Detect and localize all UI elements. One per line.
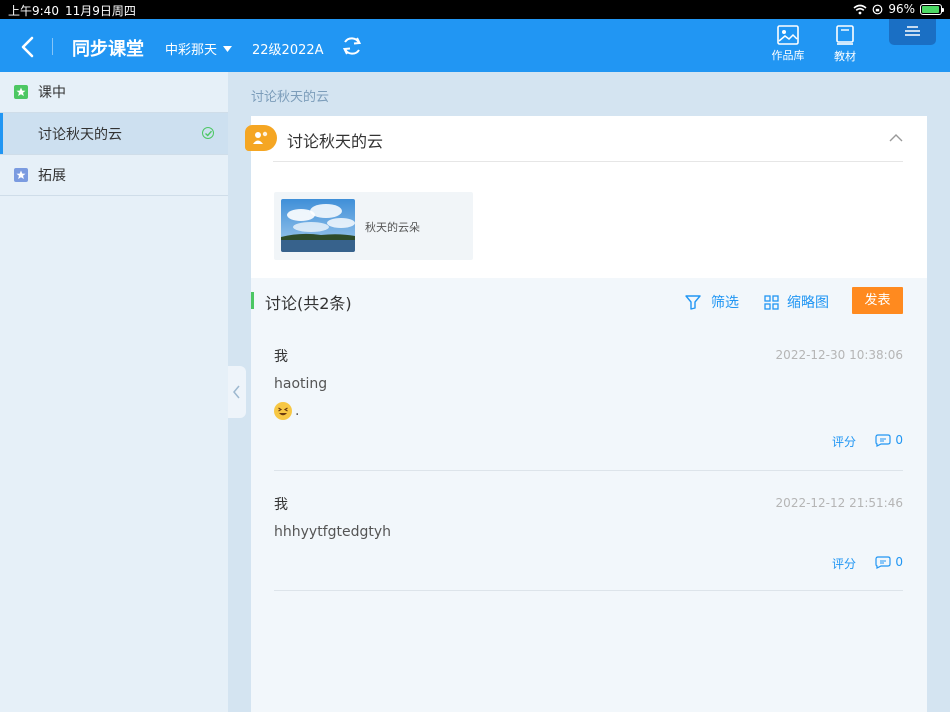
works-library-label: 作品库	[771, 49, 805, 62]
textbook-label: 教材	[834, 50, 856, 63]
post-divider	[274, 470, 903, 471]
class-name: 22级2022A	[252, 43, 324, 58]
discussion-post: 我 2022-12-30 10:38:06 haoting . 评分 0	[274, 346, 903, 471]
battery-fill	[922, 5, 940, 13]
check-icon	[202, 127, 214, 139]
book-icon	[836, 25, 854, 45]
comment-count: 0	[895, 555, 903, 569]
post-time: 2022-12-12 21:51:46	[775, 496, 903, 510]
post-author: 我	[274, 349, 288, 365]
active-indicator	[0, 113, 3, 154]
lesson-selector-label: 中彩那天	[165, 43, 218, 58]
discussion-title: 讨论(共2条)	[265, 294, 352, 313]
app-header: 同步课堂 中彩那天 22级2022A 作品库 教材	[0, 19, 950, 72]
card-header[interactable]: 讨论秋天的云	[245, 116, 927, 162]
header-divider	[52, 38, 53, 55]
discussion-badge-icon	[245, 125, 277, 151]
post-button[interactable]: 发表	[852, 287, 903, 314]
wifi-icon	[853, 4, 867, 14]
battery-icon	[920, 3, 944, 15]
comment-button[interactable]: 0	[875, 555, 903, 569]
sidebar-item-extension[interactable]: 拓展	[0, 155, 228, 196]
status-date: 11月9日周四	[65, 4, 136, 18]
grinning-squint-emoji-icon	[274, 402, 292, 420]
comment-icon	[875, 433, 891, 447]
rate-button[interactable]: 评分	[832, 433, 856, 450]
chevron-left-icon	[233, 385, 240, 399]
status-time: 上午9:40	[8, 4, 59, 18]
post-text-extra: .	[295, 403, 300, 419]
discussion-card: 讨论秋天的云 秋天的云朵 讨论(共2条) 筛选 缩略图 发表 我 2022-12…	[245, 116, 927, 712]
grid-icon	[764, 294, 779, 310]
attachment-thumbnail	[281, 199, 355, 252]
caret-down-icon	[223, 45, 233, 52]
lock-rotation-icon	[872, 4, 883, 14]
post-author: 我	[274, 497, 288, 513]
sidebar-item-label: 课中	[38, 85, 66, 101]
post-time: 2022-12-30 10:38:06	[775, 348, 903, 362]
post-text: haoting	[274, 376, 328, 392]
chevron-up-icon[interactable]	[889, 133, 903, 142]
filter-label: 筛选	[711, 295, 739, 311]
menu-button[interactable]	[889, 19, 936, 45]
sidebar-item-in-class[interactable]: 课中	[0, 72, 228, 113]
star-icon	[14, 85, 28, 99]
thumbnail-view-button[interactable]: 缩略图	[764, 292, 829, 312]
sidebar-item-label: 拓展	[38, 168, 66, 184]
post-divider	[274, 590, 903, 591]
discussion-section: 讨论(共2条) 筛选 缩略图 发表 我 2022-12-30 10:38:06 …	[251, 278, 927, 712]
comment-count: 0	[895, 433, 903, 447]
rate-button[interactable]: 评分	[832, 555, 856, 572]
attachment-label: 秋天的云朵	[365, 221, 420, 234]
section-marker	[251, 292, 254, 309]
star-icon	[14, 168, 28, 182]
thumbnail-view-label: 缩略图	[787, 295, 829, 311]
card-title: 讨论秋天的云	[287, 132, 384, 151]
status-right: 96%	[853, 2, 944, 16]
textbook-button[interactable]: 教材	[825, 25, 865, 64]
discussion-post: 我 2022-12-12 21:51:46 hhhyytfgtedgtyh 评分…	[274, 494, 903, 591]
post-text: hhhyytfgtedgtyh	[274, 524, 392, 540]
image-icon	[777, 25, 799, 45]
comment-icon	[875, 555, 891, 569]
header-divider	[273, 161, 903, 162]
comment-button[interactable]: 0	[875, 433, 903, 447]
sidebar-item-discussion[interactable]: 讨论秋天的云	[0, 113, 228, 155]
attachment-item[interactable]: 秋天的云朵	[274, 192, 473, 260]
hamburger-icon	[905, 26, 920, 36]
sidebar: 课中 讨论秋天的云 拓展	[0, 72, 228, 712]
filter-button[interactable]: 筛选	[685, 292, 739, 312]
filter-icon	[685, 294, 701, 310]
lesson-selector[interactable]: 中彩那天	[165, 39, 233, 58]
back-icon[interactable]	[14, 33, 42, 61]
battery-percent: 96%	[888, 2, 915, 16]
refresh-icon[interactable]	[341, 35, 363, 57]
status-bar: 上午9:40 11月9日周四 96%	[0, 0, 950, 19]
breadcrumb: 讨论秋天的云	[251, 90, 330, 105]
app-title: 同步课堂	[72, 39, 144, 60]
sidebar-item-label: 讨论秋天的云	[38, 126, 122, 143]
works-library-button[interactable]: 作品库	[768, 25, 808, 63]
sidebar-collapse-button[interactable]	[228, 366, 246, 418]
